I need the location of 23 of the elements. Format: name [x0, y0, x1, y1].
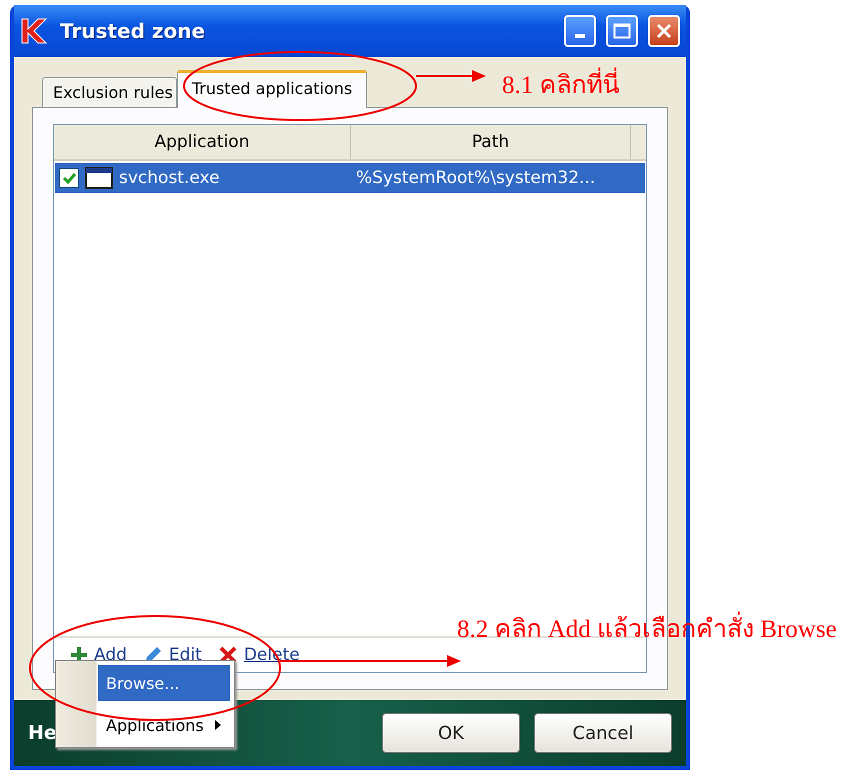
close-button[interactable]: [648, 15, 680, 47]
column-header[interactable]: Application: [54, 125, 351, 159]
minimize-button[interactable]: [564, 15, 596, 47]
app-logo-icon: [20, 17, 50, 45]
table-cell: svchost.exe: [119, 168, 220, 188]
window-icon: [85, 167, 113, 189]
tab[interactable]: Exclusion rules: [42, 77, 177, 107]
table-cell-text: %SystemRoot%\system32...: [355, 168, 596, 188]
table-row[interactable]: svchost.exe %SystemRoot%\system32...: [55, 163, 645, 193]
dialog-button[interactable]: OK: [382, 713, 520, 753]
maximize-icon: [613, 23, 631, 39]
menu-item[interactable]: Applications: [98, 707, 230, 743]
maximize-button[interactable]: [606, 15, 638, 47]
pointer-arrow: [416, 70, 486, 82]
column-header[interactable]: Path: [351, 125, 631, 159]
checkbox[interactable]: [59, 168, 79, 188]
close-icon: [655, 22, 673, 40]
dialog-button[interactable]: Cancel: [534, 713, 672, 753]
annotation-text: 8.1 คลิกที่นี่: [502, 64, 620, 104]
minimize-icon: [575, 34, 585, 38]
window-title: Trusted zone: [60, 19, 206, 43]
tab[interactable]: Trusted applications: [176, 70, 368, 108]
menu-item[interactable]: Browse...: [98, 665, 230, 701]
